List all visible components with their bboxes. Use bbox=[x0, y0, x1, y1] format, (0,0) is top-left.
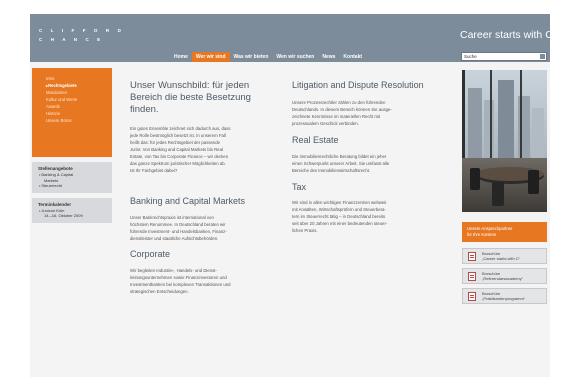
banking-line: führende Investment- und Handelsbanken, … bbox=[130, 229, 227, 234]
jobs-box: Stellenangebote •Banking & Capital Marke… bbox=[32, 162, 112, 193]
tax-line: seit über 20 Jahren mit einer bedeutende… bbox=[292, 221, 388, 226]
clifford-chance-logo[interactable]: C L I F F O R D C H A N C E bbox=[39, 26, 124, 44]
section-title-realestate: Real Estate bbox=[292, 135, 339, 145]
tax-line: mit Anwälten, Wirtschaftsprüfern und Ste… bbox=[292, 207, 386, 212]
litigation-line: zeichnete Kenntnisse im materiellen Rech… bbox=[292, 114, 381, 119]
pdf-icon bbox=[468, 272, 476, 281]
office-photo-image bbox=[462, 70, 547, 212]
intro-line: Ein gutes Ensemble zeichnet sich dadurch… bbox=[130, 126, 231, 131]
logo-line-1: C L I F F O R D bbox=[39, 28, 125, 33]
section-title-tax: Tax bbox=[292, 182, 307, 192]
tax-line: lichen Praxis. bbox=[292, 228, 318, 233]
events-box: Terminkalender •Junicon Köln 14.–16. Okt… bbox=[32, 197, 112, 223]
search-icon[interactable] bbox=[540, 54, 545, 59]
site-header: C L I F F O R D C H A N C E Career start… bbox=[30, 14, 553, 62]
sidebar: Intro Rechtsgebiete Mandanten Kultur und… bbox=[32, 68, 112, 223]
career-contacts-button[interactable]: Unsere Ansprechpartner für Ihre Karriere bbox=[462, 222, 547, 242]
corporate-line: Wir begleiten Industrie-, Handels- und D… bbox=[130, 268, 217, 273]
nav-was-wir-bieten[interactable]: Was wir bieten bbox=[230, 52, 273, 62]
nav-news[interactable]: News bbox=[318, 52, 339, 62]
header-tagline: Career starts with C bbox=[460, 29, 553, 41]
banking-line: Unser Bankrechtspraxis ist international… bbox=[130, 215, 214, 220]
section-title-corporate: Corporate bbox=[130, 249, 171, 259]
page-headline: Unser Wunschbild: für jeden Bereich die … bbox=[130, 80, 251, 115]
subnav-item-rechtsgebiete[interactable]: Rechtsgebiete bbox=[46, 82, 112, 89]
download-title: „Praktikantenprogramm“ bbox=[482, 296, 526, 301]
event-date: 14.–16. Oktober 2009 bbox=[44, 213, 83, 218]
corporate-line: leistungsunternehmen sowie Finanzinvesto… bbox=[130, 275, 227, 280]
main-nav: Home Wer wir sind Was wir bieten Wen wir… bbox=[170, 52, 366, 62]
download-brochure-referendar[interactable]: Broschüre „Referendarsacademy“ bbox=[462, 268, 547, 284]
litigation-line: Deutschlands. In diesem Bereich können S… bbox=[292, 107, 392, 112]
nav-kontakt[interactable]: Kontakt bbox=[339, 52, 366, 62]
tax-line: tern im Steuerrecht tätig – in Deutschla… bbox=[292, 214, 386, 219]
litigation-line: Unsere Prozessrechtler zählen zu den füh… bbox=[292, 100, 386, 105]
nav-home[interactable]: Home bbox=[170, 52, 192, 62]
realestate-line: Bereiche des Immobilienwirtschaftsrecht. bbox=[292, 168, 371, 173]
intro-line: heißt das: für jedes Rechtsgebiet der pa… bbox=[130, 140, 221, 145]
intro-line: Estate, von Tax bis Corporate Finance – … bbox=[130, 154, 229, 159]
intro-line: Jurist. Von Banking and Capital Markets … bbox=[130, 147, 223, 152]
page-container: C L I F F O R D C H A N C E Career start… bbox=[30, 14, 553, 377]
download-title: „Referendarsacademy“ bbox=[482, 276, 523, 281]
events-title: Terminkalender bbox=[38, 201, 72, 207]
jobs-title: Stellenangebote bbox=[38, 166, 73, 171]
download-brochure-career[interactable]: Broschüre „Career starts with C“ bbox=[462, 248, 547, 264]
sub-navigation: Intro Rechtsgebiete Mandanten Kultur und… bbox=[32, 68, 112, 157]
subnav-item-bueros[interactable]: Unsere Büros bbox=[46, 117, 112, 124]
job-link-steuerrecht[interactable]: •Steuerrecht bbox=[38, 183, 108, 189]
subnav-item-awards[interactable]: Awards bbox=[46, 103, 112, 110]
content-right-column: Litigation and Dispute Resolution Unsere… bbox=[292, 80, 452, 234]
intro-line: jede Rolle bestmöglich besetzt ist. In u… bbox=[130, 133, 226, 138]
intro-line: Ist Ihr Fachgebiet dabei? bbox=[130, 168, 178, 173]
content-left-column: Unser Wunschbild: für jeden Bereich die … bbox=[130, 80, 280, 295]
download-title: „Career starts with C“ bbox=[482, 256, 521, 261]
section-title-banking: Banking and Capital Markets bbox=[130, 196, 246, 206]
subnav-item-mandanten[interactable]: Mandanten bbox=[46, 89, 112, 96]
office-photo bbox=[462, 70, 547, 212]
pdf-icon bbox=[468, 252, 476, 261]
subnav-item-historie[interactable]: Historie bbox=[46, 110, 112, 117]
realestate-line: einen Schwerpunkt unserer Arbeit. Sie um… bbox=[292, 161, 390, 166]
nav-wer-wir-sind[interactable]: Wer wir sind bbox=[191, 52, 230, 62]
section-title-litigation: Litigation and Dispute Resolution bbox=[292, 80, 424, 90]
promo-line-2: für Ihre Karriere bbox=[467, 231, 497, 237]
tax-line: Wir sind in allen wichtigen Finanzzentre… bbox=[292, 200, 387, 205]
download-brochure-praktikanten[interactable]: Broschüre „Praktikantenprogramm“ bbox=[462, 288, 547, 304]
search-input[interactable]: Suche bbox=[461, 52, 547, 61]
subnav-item-kultur[interactable]: Kultur und Werte bbox=[46, 96, 112, 103]
banking-line: höchstem Renommee. In Deutschland berate… bbox=[130, 222, 226, 227]
pdf-icon bbox=[468, 292, 476, 301]
subnav-item-intro[interactable]: Intro bbox=[46, 75, 112, 82]
intro-line: das ganze Spektrum juristischer Möglichk… bbox=[130, 161, 226, 166]
corporate-line: strategischen Entscheidungen. bbox=[130, 289, 189, 294]
corporate-line: Investmentbanken bei komplexen Transakti… bbox=[130, 282, 231, 287]
logo-line-2: C H A N C E bbox=[39, 37, 104, 42]
search-value: Suche bbox=[464, 54, 477, 59]
nav-wen-wir-suchen[interactable]: Wen wir suchen bbox=[272, 52, 318, 62]
banking-line: dienstleister und staatliche Aufsichtsbe… bbox=[130, 236, 219, 241]
litigation-line: prozessualem Geschick verbinden. bbox=[292, 121, 359, 126]
realestate-line: Die immobilienrechtliche Beratung bildet… bbox=[292, 154, 387, 159]
